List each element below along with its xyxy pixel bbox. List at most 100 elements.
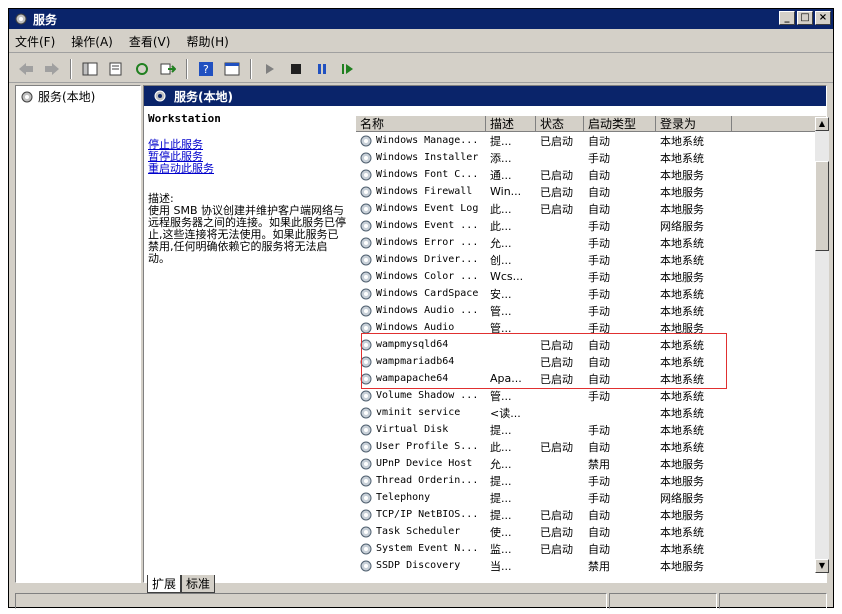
log-on-as-cell: 本地系统 (660, 287, 704, 301)
close-button[interactable]: × (815, 11, 831, 25)
tab-extended[interactable]: 扩展 (147, 575, 182, 593)
help-icon[interactable]: ? (195, 58, 217, 80)
service-name: UPnP Device Host (376, 458, 473, 469)
restart-service-link[interactable]: 重启动此服务 (148, 163, 348, 175)
table-row[interactable]: Windows Driver... 创... 手动 本地系统 (356, 251, 826, 268)
service-gear-icon (360, 203, 372, 214)
log-on-as-cell: 本地系统 (660, 423, 704, 437)
table-row[interactable]: User Profile S... 此... 已启动 自动 本地系统 (356, 438, 826, 455)
log-on-as-cell: 本地系统 (660, 253, 704, 267)
maximize-button[interactable]: □ (797, 11, 813, 25)
tree-item-label: 服务(本地) (38, 90, 96, 104)
status-panel (15, 593, 607, 609)
toolbar: ? (9, 55, 833, 83)
properties-icon[interactable] (105, 58, 127, 80)
table-row[interactable]: SSDP Discovery 当... 禁用 本地服务 (356, 557, 826, 574)
service-name: Windows Audio (376, 322, 455, 333)
service-gear-icon (360, 441, 372, 452)
service-gear-icon (360, 152, 372, 163)
column-header-startup-type[interactable]: 启动类型 (584, 116, 656, 131)
console-icon[interactable] (221, 58, 243, 80)
service-gear-icon (360, 475, 372, 486)
minimize-button[interactable]: _ (779, 11, 795, 25)
table-row[interactable]: Windows Firewall Win... 已启动 自动 本地服务 (356, 183, 826, 200)
export-icon[interactable] (157, 58, 179, 80)
service-name-cell: Windows Audio ... (356, 304, 486, 318)
table-row[interactable]: TCP/IP NetBIOS... 提... 已启动 自动 本地服务 (356, 506, 826, 523)
refresh-icon[interactable] (131, 58, 153, 80)
startup-type-cell: 手动 (588, 304, 610, 318)
service-name-cell: Task Scheduler (356, 525, 486, 539)
tree-item-local-services[interactable]: 服务(本地) (16, 86, 140, 107)
startup-type-cell: 自动 (588, 185, 610, 199)
startup-type-cell: 手动 (588, 287, 610, 301)
log-on-as-cell: 本地服务 (660, 168, 704, 182)
service-name-cell: Telephony (356, 491, 486, 505)
service-gear-icon (360, 543, 372, 554)
column-header-name[interactable]: 名称 (356, 116, 486, 131)
service-name-cell: Thread Orderin... (356, 474, 486, 488)
menu-file[interactable]: 文件(F) (15, 33, 55, 50)
tab-standard[interactable]: 标准 (181, 575, 216, 593)
forward-icon[interactable] (41, 58, 63, 80)
service-gear-icon (360, 509, 372, 520)
pause-icon[interactable] (311, 58, 333, 80)
vertical-scrollbar[interactable]: ▲ ▼ (815, 117, 829, 573)
table-row[interactable]: Windows Manage... 提... 已启动 自动 本地系统 (356, 132, 826, 149)
table-row[interactable]: Windows Audio ... 管... 手动 本地系统 (356, 302, 826, 319)
table-row[interactable]: Windows Installer 添... 手动 本地系统 (356, 149, 826, 166)
stop-icon[interactable] (285, 58, 307, 80)
service-gear-icon (360, 169, 372, 180)
log-on-as-cell: 本地服务 (660, 270, 704, 284)
service-description-cell: 此... (490, 440, 512, 454)
table-row[interactable]: UPnP Device Host 允... 禁用 本地服务 (356, 455, 826, 472)
table-row[interactable]: Thread Orderin... 提... 手动 本地服务 (356, 472, 826, 489)
service-status-cell: 已启动 (540, 202, 573, 216)
restart-icon[interactable] (337, 58, 359, 80)
table-row[interactable]: Task Scheduler 使... 已启动 自动 本地系统 (356, 523, 826, 540)
table-row[interactable]: Telephony 提... 手动 网络服务 (356, 489, 826, 506)
startup-type-cell: 自动 (588, 508, 610, 522)
service-description-cell: 创... (490, 253, 512, 267)
status-panel (609, 593, 717, 609)
service-name: Thread Orderin... (376, 475, 479, 486)
table-row[interactable]: Windows CardSpace 安... 手动 本地系统 (356, 285, 826, 302)
service-gear-icon (154, 90, 166, 102)
menu-action[interactable]: 操作(A) (71, 33, 113, 50)
scroll-thumb[interactable] (815, 161, 829, 251)
table-row[interactable]: System Event N... 监... 已启动 自动 本地系统 (356, 540, 826, 557)
menu-help[interactable]: 帮助(H) (186, 33, 228, 50)
table-row[interactable]: Windows Font C... 通... 已启动 自动 本地服务 (356, 166, 826, 183)
table-row[interactable]: Windows Event ... 此... 手动 网络服务 (356, 217, 826, 234)
table-row[interactable]: Volume Shadow ... 管... 手动 本地系统 (356, 387, 826, 404)
startup-type-cell: 手动 (588, 423, 610, 437)
back-icon[interactable] (15, 58, 37, 80)
column-header-status[interactable]: 状态 (536, 116, 584, 131)
start-icon[interactable] (259, 58, 281, 80)
service-status-cell: 已启动 (540, 185, 573, 199)
service-name: Task Scheduler (376, 526, 461, 537)
menu-view[interactable]: 查看(V) (129, 33, 171, 50)
table-row[interactable]: Windows Color ... Wcs... 手动 本地服务 (356, 268, 826, 285)
service-name: Windows Driver... (376, 254, 479, 265)
scroll-down-button[interactable]: ▼ (815, 559, 829, 573)
scroll-up-button[interactable]: ▲ (815, 117, 829, 131)
column-header-log-on-as[interactable]: 登录为 (656, 116, 732, 131)
table-row[interactable]: Virtual Disk 提... 手动 本地系统 (356, 421, 826, 438)
service-name-cell: Virtual Disk (356, 423, 486, 437)
service-description-cell: Wcs... (490, 270, 524, 283)
column-header-description[interactable]: 描述 (486, 116, 536, 131)
startup-type-cell: 手动 (588, 236, 610, 250)
service-status-cell: 已启动 (540, 508, 573, 522)
service-name: Virtual Disk (376, 424, 449, 435)
table-row[interactable]: vminit service <读... 本地系统 (356, 404, 826, 421)
service-description-cell: 提... (490, 423, 512, 437)
table-row[interactable]: Windows Event Log 此... 已启动 自动 本地服务 (356, 200, 826, 217)
show-tree-icon[interactable] (79, 58, 101, 80)
service-name: Windows Color ... (376, 271, 479, 282)
table-row[interactable]: Windows Error ... 允... 手动 本地系统 (356, 234, 826, 251)
service-gear-icon (360, 288, 372, 299)
service-description-cell: 监... (490, 542, 512, 556)
service-description-cell: 此... (490, 219, 512, 233)
service-name: System Event N... (376, 543, 479, 554)
